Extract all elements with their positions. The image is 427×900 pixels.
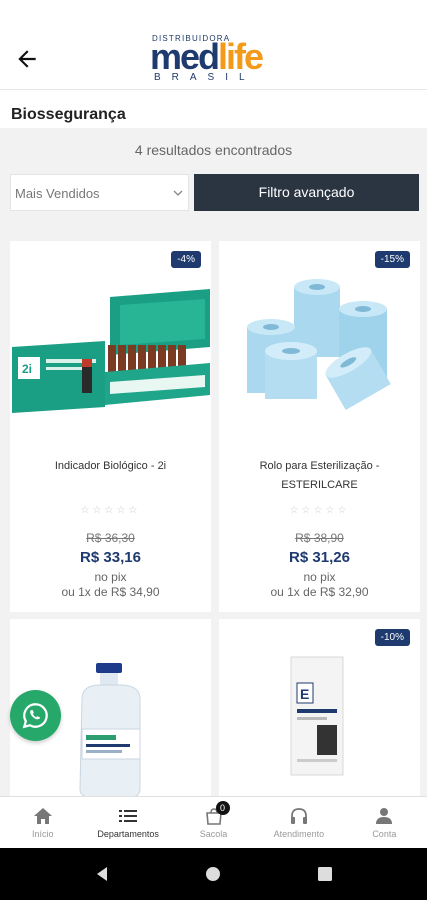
nav-item-atendimento[interactable]: Atendimento [256,797,341,848]
nav-item-inicio[interactable]: Início [0,797,85,848]
advanced-filter-button[interactable]: Filtro avançado [194,174,419,211]
product-image-sterilization-pouch[interactable]: E [219,653,420,799]
nav-item-sacola[interactable]: 0 Sacola [171,797,256,848]
rating-stars: ☆☆☆☆☆ [80,505,141,516]
medlife-logo[interactable]: DISTRIBUIDORA medlife BRASIL [150,34,280,86]
current-price: R$ 31,26 [289,549,350,566]
nav-item-departamentos[interactable]: Departamentos [85,797,170,848]
category-title-bar: Biossegurança [0,90,427,128]
installment-text: ou 1x de R$ 34,90 [61,585,160,599]
pix-label: no pix [303,570,336,584]
svg-text:2i: 2i [22,362,32,376]
discount-badge: -10% [374,629,410,646]
discount-badge: -15% [374,251,410,268]
nav-label: Atendimento [273,829,325,839]
sort-value: Mais Vendidos [15,186,100,201]
app-header: DISTRIBUIDORA medlife BRASIL [0,0,427,90]
pix-label: no pix [94,570,127,584]
nav-label: Sacola [199,829,228,839]
results-count: 4 resultados encontrados [134,142,293,158]
discount-badge: -4% [171,251,201,268]
nav-label: Início [31,829,54,839]
system-recents-icon[interactable] [317,866,333,882]
old-price: R$ 38,90 [295,531,344,545]
nav-label: Conta [372,829,397,839]
android-system-nav [0,848,427,900]
cart-count-badge: 0 [215,801,230,815]
sort-select[interactable]: Mais Vendidos [10,174,189,211]
old-price: R$ 36,30 [86,531,135,545]
product-card[interactable]: -15% Rolo para Esterilização - ESTERILCA… [219,241,420,612]
headset-icon [290,808,307,824]
back-arrow-icon[interactable] [14,46,40,72]
list-icon [119,810,138,822]
product-card[interactable]: -4% 2i Indicador Biológico - 2i ☆☆☆☆☆ R$… [10,241,211,612]
rating-stars: ☆☆☆☆☆ [289,505,350,516]
svg-text:E: E [300,686,309,702]
nav-item-conta[interactable]: Conta [342,797,427,848]
installment-text: ou 1x de R$ 32,90 [270,585,369,599]
chevron-down-icon [173,190,183,196]
product-card[interactable]: -10% E [219,619,420,800]
whatsapp-button[interactable] [10,690,61,741]
logo-brasil: BRASIL [154,72,256,83]
nav-label: Departamentos [97,829,159,839]
home-icon [33,808,52,824]
product-name[interactable]: Indicador Biológico - 2i [20,457,201,476]
system-home-icon[interactable] [205,866,221,882]
product-image-biological-indicator[interactable]: 2i [10,267,211,437]
whatsapp-icon [22,703,48,729]
page-title: Biossegurança [11,106,126,123]
product-name[interactable]: Rolo para Esterilização - ESTERILCARE [229,457,410,495]
system-back-icon[interactable] [94,866,110,882]
product-image-sterilization-roll[interactable] [219,267,420,437]
current-price: R$ 33,16 [80,549,141,566]
user-icon [376,808,393,824]
bottom-navigation: Início Departamentos 0 Sacola Atendiment… [0,796,427,848]
app-root: DISTRIBUIDORA medlife BRASIL Biosseguran… [0,0,427,900]
